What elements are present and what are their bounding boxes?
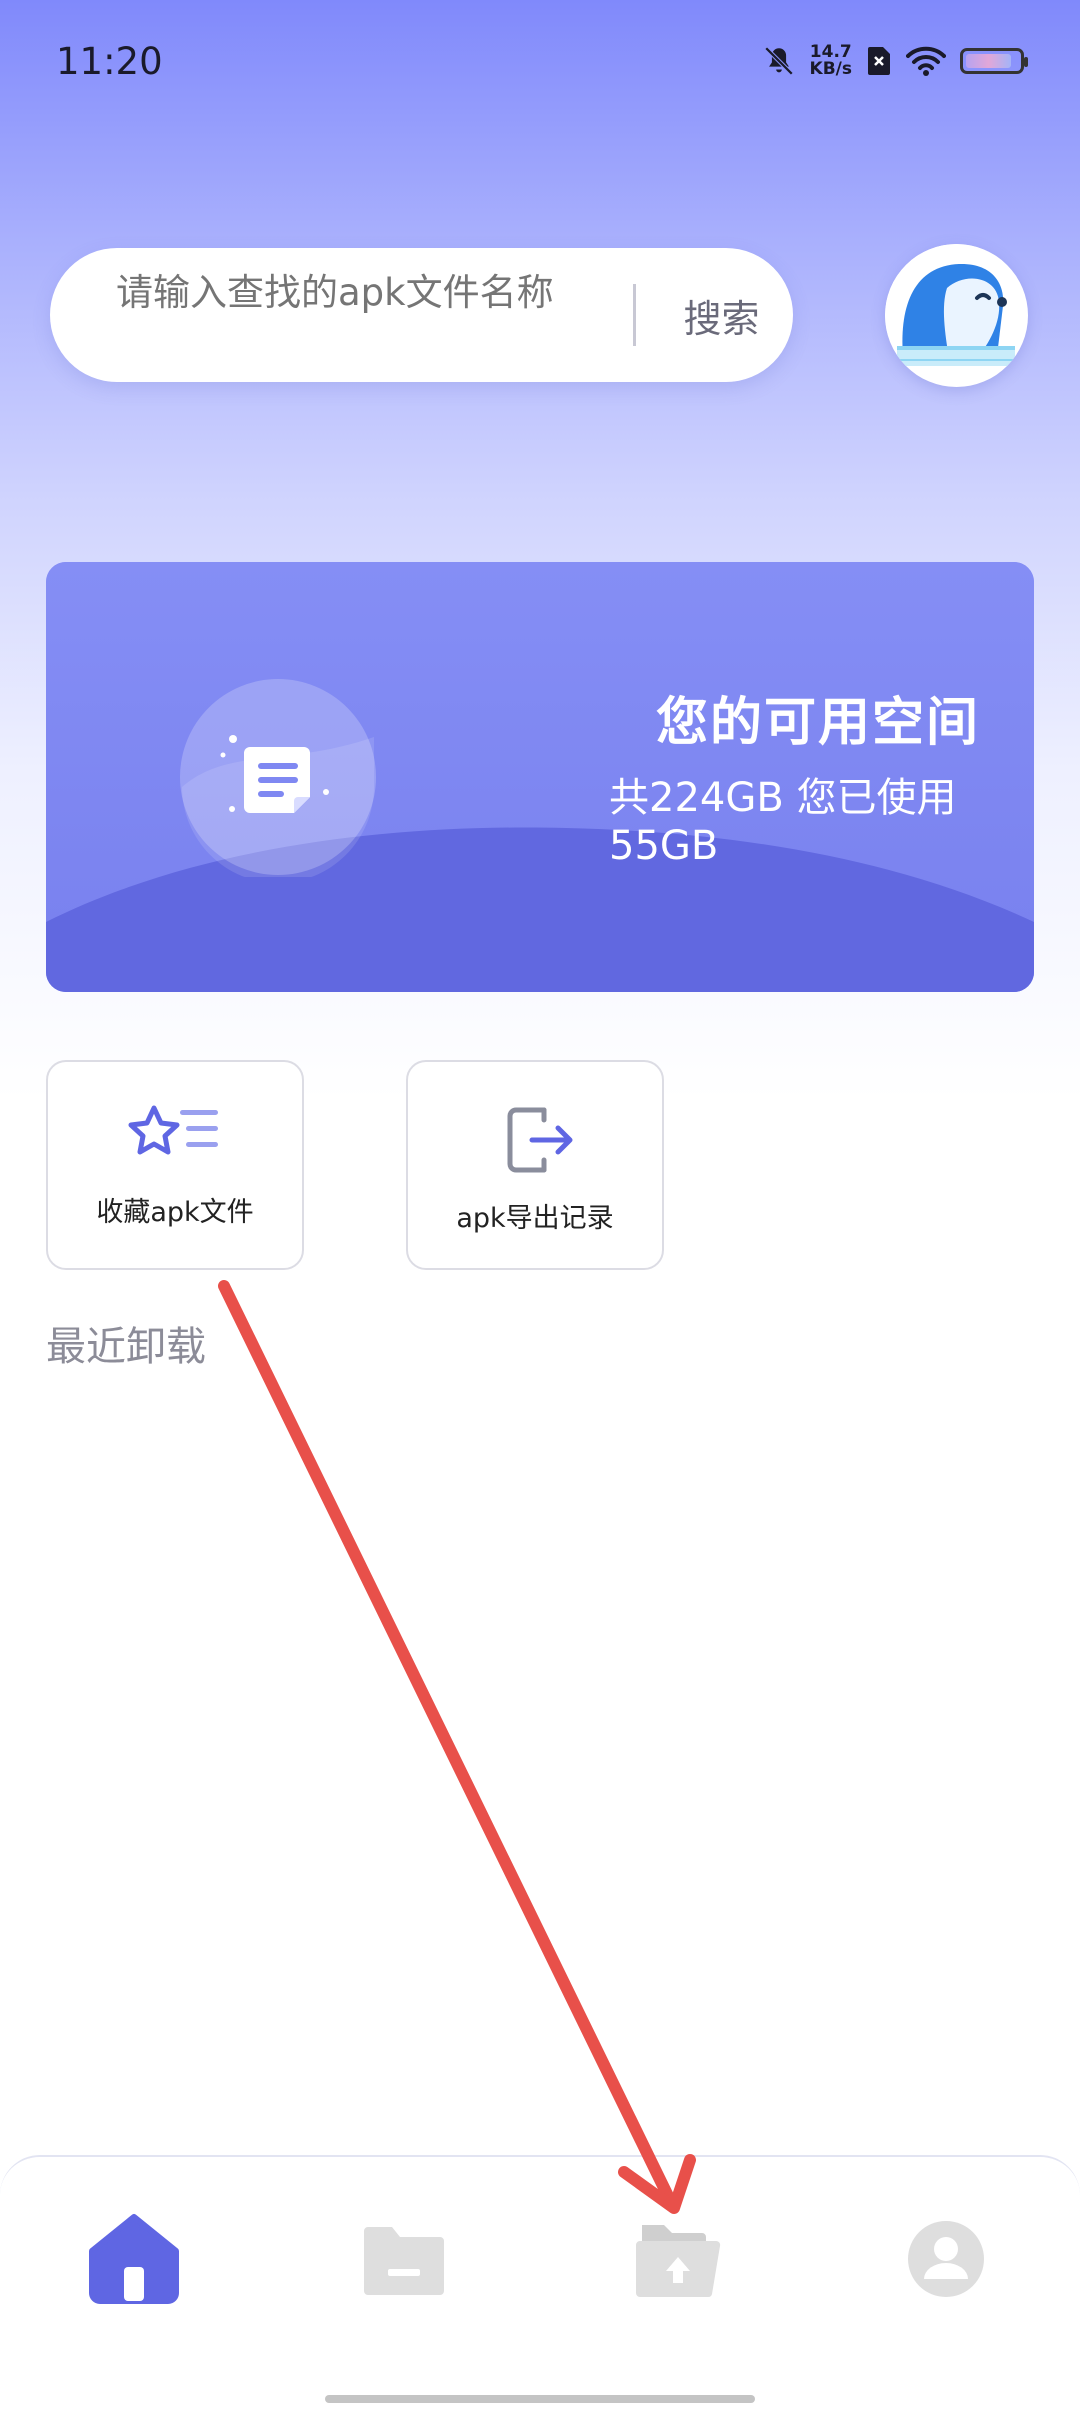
muted-bell-icon — [764, 46, 793, 76]
upload-folder-icon — [636, 2225, 721, 2298]
battery-icon — [960, 48, 1028, 74]
status-bar: 11:20 14.7 KB/s — [0, 0, 1080, 125]
apk-export-history-label: apk导出记录 — [456, 1203, 614, 1234]
storage-card: 您的可用空间 共224GB 您已使用55GB — [46, 562, 1034, 992]
document-icon — [180, 679, 376, 877]
home-icon — [89, 2214, 179, 2304]
nav-files[interactable] — [354, 2209, 454, 2309]
mascot-avatar-icon — [885, 244, 1027, 386]
bottom-nav — [0, 2155, 1080, 2410]
nav-export[interactable] — [626, 2209, 726, 2309]
avatar[interactable] — [885, 244, 1028, 387]
status-time: 11:20 — [56, 40, 163, 83]
star-list-icon — [128, 1105, 218, 1155]
favorites-apk-label: 收藏apk文件 — [96, 1197, 254, 1228]
wifi-icon — [906, 46, 946, 76]
recent-uninstalls-title: 最近卸载 — [46, 1324, 206, 1370]
search-input[interactable] — [116, 270, 616, 362]
search-divider — [633, 284, 636, 346]
apk-export-history-tile[interactable]: apk导出记录 — [406, 1060, 664, 1270]
storage-card-summary: 共224GB 您已使用55GB — [609, 775, 957, 869]
network-speed: 14.7 KB/s — [809, 42, 852, 79]
profile-icon — [908, 2221, 984, 2297]
status-icons: 14.7 KB/s — [762, 42, 1028, 79]
nav-profile[interactable] — [896, 2209, 996, 2309]
folder-icon — [364, 2227, 444, 2295]
search-bar: 搜索 — [50, 248, 793, 382]
favorites-apk-tile[interactable]: 收藏apk文件 — [46, 1060, 304, 1270]
sim-disabled-icon — [868, 47, 890, 75]
search-button[interactable]: 搜索 — [650, 248, 793, 382]
storage-card-title: 您的可用空间 — [655, 693, 980, 753]
gesture-home-bar[interactable] — [325, 2395, 755, 2403]
nav-home[interactable] — [84, 2209, 184, 2309]
export-icon — [507, 1107, 573, 1173]
